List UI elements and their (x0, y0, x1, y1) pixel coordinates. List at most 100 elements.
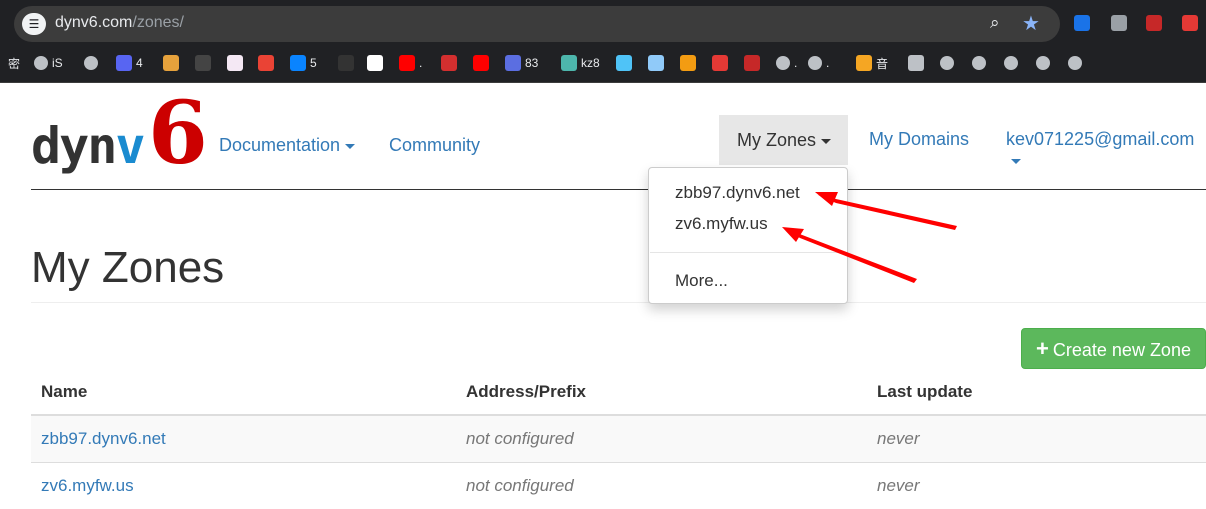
url-text[interactable]: dynv6.com/zones/ (55, 14, 184, 32)
ublock-extension-icon[interactable] (1146, 15, 1162, 31)
bookmark-item[interactable]: . (808, 54, 829, 72)
bookmark-item[interactable]: iS (34, 54, 63, 72)
create-new-zone-button[interactable]: + Create new Zone (1021, 328, 1206, 369)
bookmark-label: kz8 (581, 56, 600, 70)
bookmark-item[interactable] (84, 54, 98, 72)
app-icon (441, 55, 457, 71)
bookmark-label: 密 (8, 56, 21, 71)
bookmark-label: . (826, 56, 830, 70)
nav-my-zones-label: My Zones (737, 130, 817, 150)
app-icon (227, 55, 243, 71)
nav-account-menu[interactable]: kev071225@gmail.com (1006, 129, 1206, 171)
bookmark-label: iS (52, 56, 63, 70)
bookmark-item[interactable] (648, 54, 664, 72)
bookmark-item[interactable] (258, 54, 274, 72)
bookmark-item[interactable] (1068, 54, 1082, 72)
zone-name-link[interactable]: zv6.myfw.us (41, 476, 134, 496)
zone-address: not configured (466, 429, 574, 448)
bookmark-label: 83 (525, 56, 539, 70)
bookmark-item[interactable] (473, 54, 489, 72)
dropdown-zone-item[interactable]: zv6.myfw.us (675, 214, 768, 234)
bookmark-item[interactable]: 5 (290, 54, 317, 72)
globe-icon (972, 56, 986, 70)
bookmark-label: 5 (310, 56, 317, 70)
title-divider (31, 302, 1206, 303)
column-header-address: Address/Prefix (466, 382, 586, 401)
bookmark-star-icon[interactable]: ★ (1022, 11, 1040, 35)
bookmark-item[interactable] (940, 54, 954, 72)
bookmark-item[interactable] (227, 54, 243, 72)
bookmark-item[interactable] (744, 54, 760, 72)
github-icon (338, 55, 354, 71)
zone-name-link[interactable]: zbb97.dynv6.net (41, 429, 166, 449)
discord-icon (116, 55, 132, 71)
globe-icon (1004, 56, 1018, 70)
bookmark-item[interactable] (1004, 54, 1018, 72)
globe-icon (1068, 56, 1082, 70)
nav-my-domains[interactable]: My Domains (869, 129, 969, 150)
bookmark-item[interactable]: 83 (505, 54, 538, 72)
plus-icon: + (1036, 336, 1049, 361)
column-header-name: Name (41, 382, 88, 401)
nav-community[interactable]: Community (389, 135, 480, 156)
bookmark-item[interactable] (195, 54, 211, 72)
youtube-icon (473, 55, 489, 71)
bookmark-label: . (419, 56, 423, 70)
logo-text: dynv (31, 117, 145, 175)
globe-icon (34, 56, 48, 70)
extension-icon[interactable] (1182, 15, 1198, 31)
my-zones-dropdown: zbb97.dynv6.net zv6.myfw.us More... (648, 167, 848, 304)
nav-my-zones[interactable]: My Zones (719, 115, 848, 165)
page-title: My Zones (31, 243, 225, 292)
logo-six: 6 (148, 83, 208, 184)
bookmark-item[interactable] (367, 54, 383, 72)
app-icon (163, 55, 179, 71)
create-new-zone-label: Create new Zone (1052, 340, 1191, 360)
nav-documentation[interactable]: Documentation (219, 135, 356, 156)
bookmark-item[interactable] (441, 54, 457, 72)
bookmark-item[interactable] (616, 54, 632, 72)
zone-address: not configured (466, 476, 574, 495)
logo-text-v: v (115, 117, 145, 175)
zone-last-update: never (877, 429, 920, 448)
app-icon (616, 55, 632, 71)
bookmark-item[interactable] (338, 54, 354, 72)
extension-icon[interactable] (1111, 15, 1127, 31)
gear-icon (908, 55, 924, 71)
zoom-icon[interactable]: ⌕ (990, 13, 1000, 33)
dropdown-zone-item[interactable]: zbb97.dynv6.net (675, 183, 800, 203)
bookmark-item[interactable]: 密 (8, 54, 20, 72)
bookmark-item[interactable]: kz8 (561, 54, 600, 72)
app-icon (712, 55, 728, 71)
bookmark-item[interactable] (1036, 54, 1050, 72)
bookmark-item[interactable]: 音 (856, 54, 888, 72)
dropdown-more-item[interactable]: More... (675, 271, 728, 291)
globe-icon (776, 56, 790, 70)
chevron-down-icon (345, 143, 356, 149)
bookmark-label: 4 (136, 56, 143, 70)
bookmark-item[interactable] (972, 54, 986, 72)
bookmark-item[interactable] (163, 54, 179, 72)
bookmark-item[interactable]: . (399, 54, 422, 72)
site-info-icon[interactable]: ☰ (22, 13, 46, 35)
url-host: dynv6.com (55, 14, 133, 31)
navbar-divider (31, 189, 1206, 190)
url-path: /zones/ (132, 14, 184, 31)
bookmark-item[interactable] (712, 54, 728, 72)
browser-address-bar: ☰ dynv6.com/zones/ ⌕ ★ (0, 0, 1206, 46)
globe-icon (940, 56, 954, 70)
google-icon (367, 55, 383, 71)
bookmark-item[interactable]: 4 (116, 54, 143, 72)
globe-icon (1036, 56, 1050, 70)
account-email: kev071225@gmail.com (1006, 129, 1195, 149)
extension-icon[interactable] (1074, 15, 1090, 31)
app-icon (195, 55, 211, 71)
bookmark-item[interactable]: . (776, 54, 797, 72)
column-header-last-update: Last update (877, 382, 973, 401)
app-icon (856, 55, 872, 71)
zone-last-update: never (877, 476, 920, 495)
app-icon (648, 55, 664, 71)
bookmark-item[interactable] (908, 54, 924, 72)
onedrive-icon (290, 55, 306, 71)
bookmark-item[interactable] (680, 54, 696, 72)
